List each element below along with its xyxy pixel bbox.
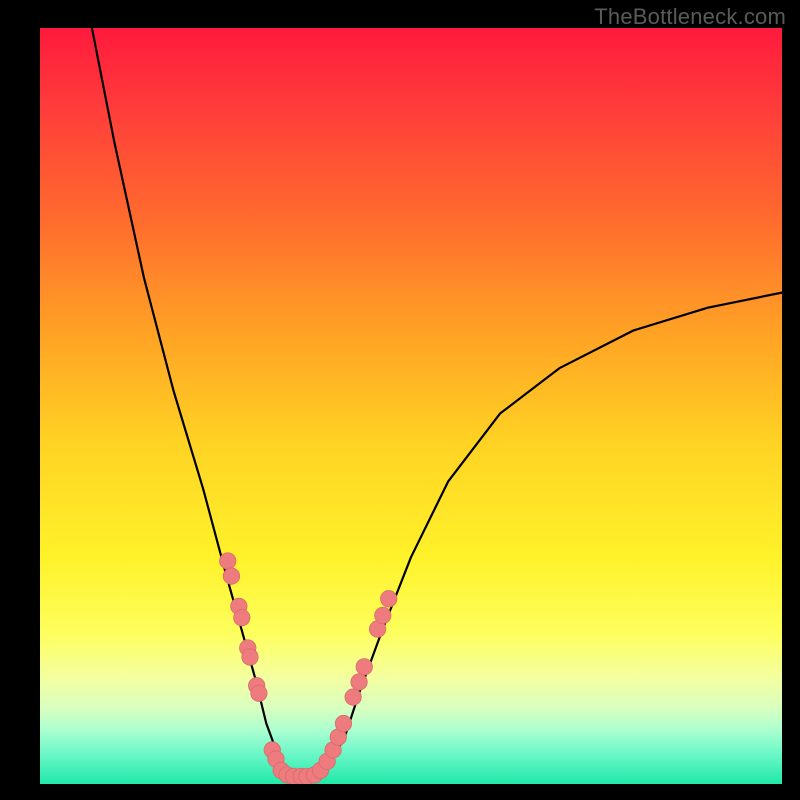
data-marker — [242, 649, 258, 665]
data-marker — [251, 685, 267, 701]
data-marker — [234, 609, 250, 625]
data-marker — [375, 607, 391, 623]
data-marker — [335, 715, 351, 731]
data-marker — [220, 553, 236, 569]
watermark-text: TheBottleneck.com — [594, 4, 786, 30]
data-marker — [223, 568, 239, 584]
plot-area — [40, 28, 782, 784]
curve-path — [92, 28, 782, 776]
data-marker — [351, 674, 367, 690]
data-marker — [345, 689, 361, 705]
chart-frame: TheBottleneck.com — [0, 0, 800, 800]
data-marker — [356, 659, 372, 675]
bottleneck-chart — [40, 28, 782, 784]
data-marker — [381, 591, 397, 607]
